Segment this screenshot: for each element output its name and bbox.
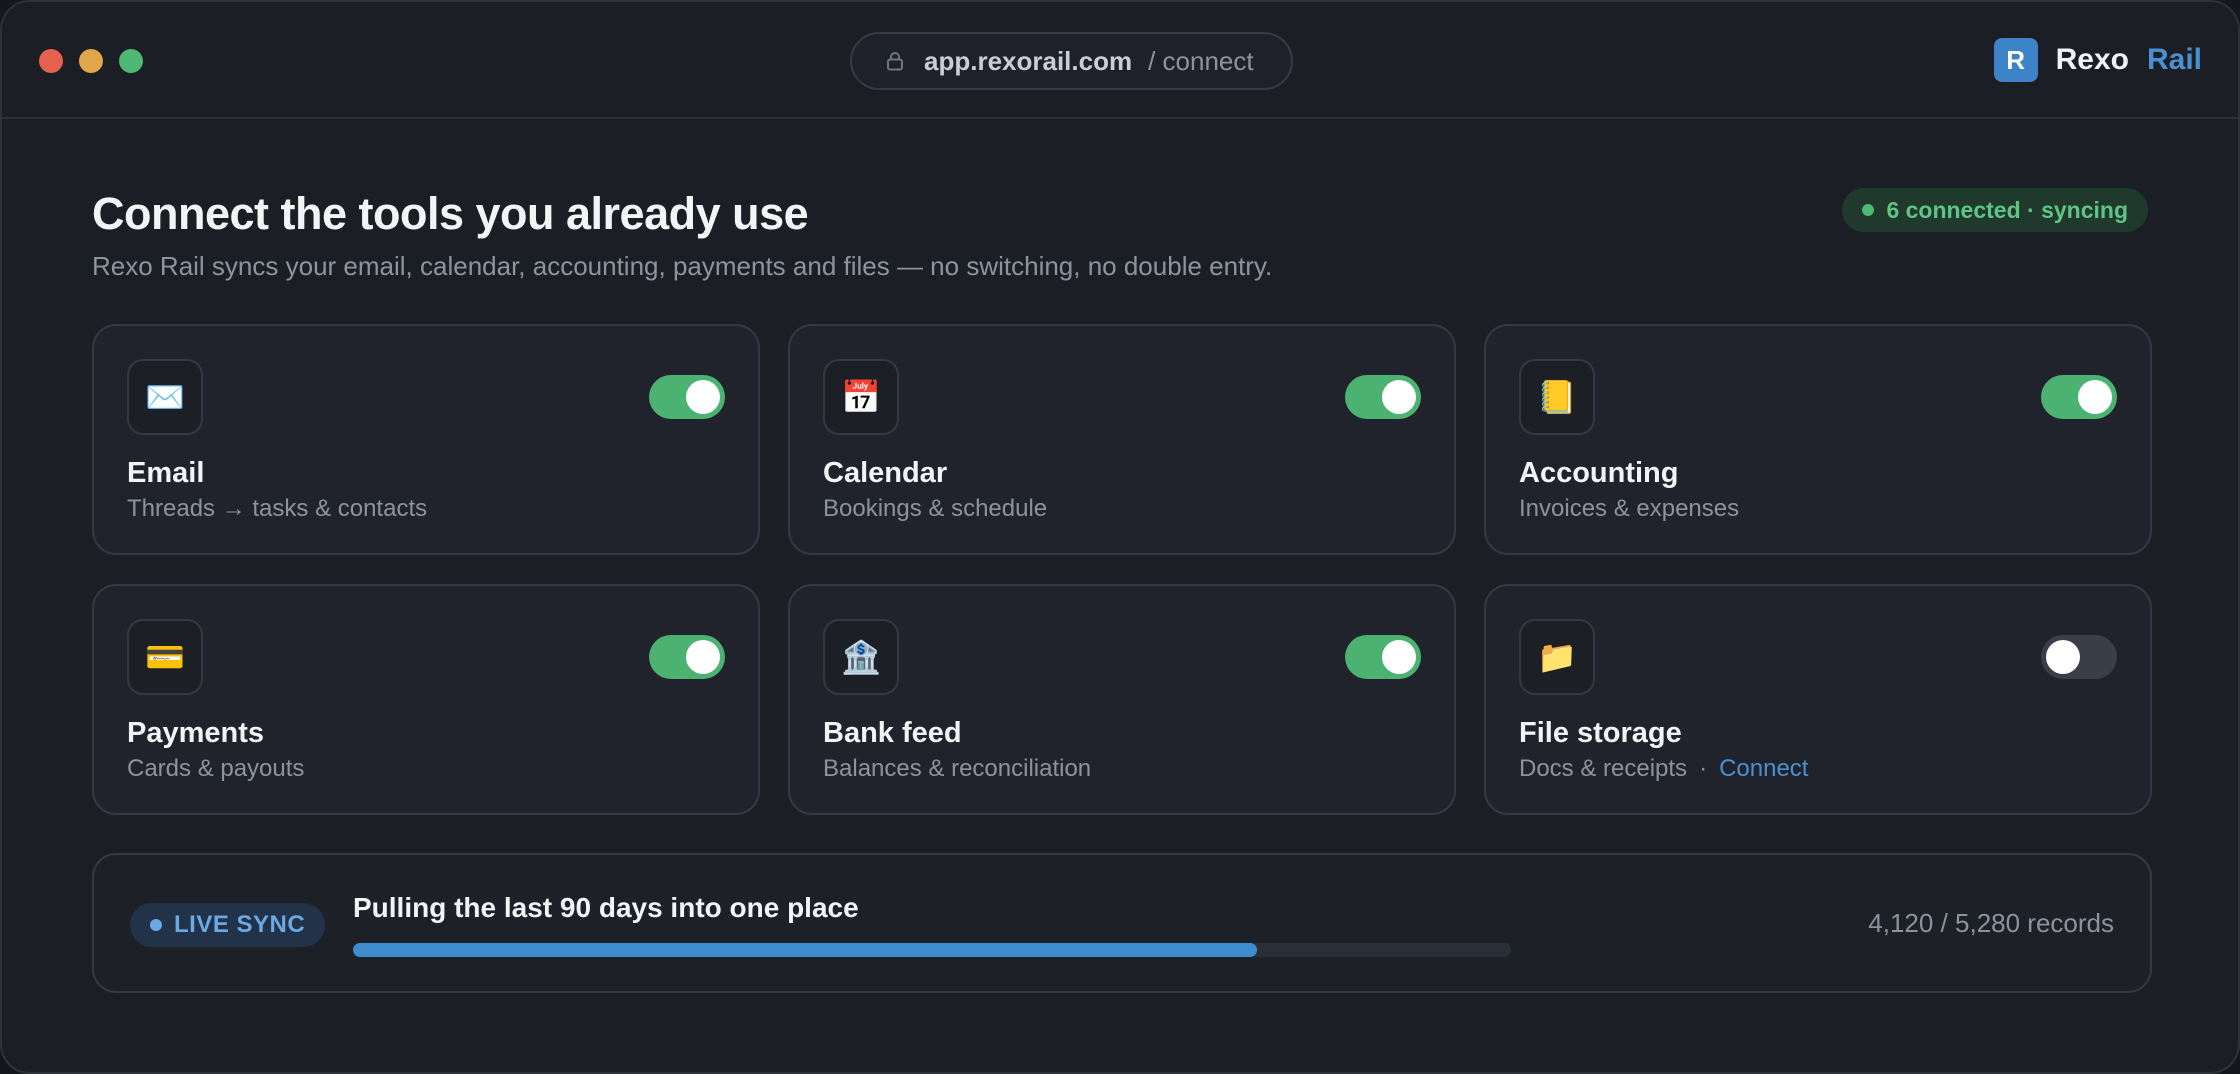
card-title: Accounting — [1519, 457, 1679, 489]
card-title: Email — [127, 457, 205, 489]
page-title: Connect the tools you already use — [92, 188, 809, 239]
card-title: Calendar — [823, 457, 948, 489]
status-dot-icon — [1862, 204, 1875, 216]
card-description: Balances & reconciliation — [823, 755, 1092, 782]
toggle-calendar[interactable] — [1345, 375, 1421, 419]
connect-link[interactable]: Connect — [1719, 755, 1808, 782]
sync-progress-bar — [353, 943, 1511, 957]
window-controls — [39, 49, 143, 73]
envelope-icon: ✉️ — [127, 359, 203, 435]
integration-card-file-storage: 📁 File storage Docs & receipts · Connect — [1484, 584, 2152, 815]
live-dot-icon — [150, 919, 162, 931]
toggle-file-storage[interactable] — [2041, 635, 2117, 679]
card-description-row: Docs & receipts · Connect — [1519, 755, 1808, 783]
sync-title: Pulling the last 90 days into one place — [353, 892, 859, 923]
card-description: Invoices & expenses — [1519, 495, 1740, 522]
lock-icon — [886, 51, 904, 71]
card-title: File storage — [1519, 717, 1682, 749]
integration-card-email: ✉️ Email Threads → tasks & contacts — [92, 324, 760, 555]
live-sync-badge: LIVE SYNC — [130, 903, 326, 947]
ledger-icon: 📒 — [1519, 359, 1595, 435]
integration-card-payments: 💳 Payments Cards & payouts — [92, 584, 760, 815]
integration-card-accounting: 📒 Accounting Invoices & expenses — [1484, 324, 2152, 555]
toggle-knob — [686, 640, 720, 674]
card-description: Docs & receipts — [1519, 755, 1688, 782]
brand-name-part1: Rexo — [2055, 43, 2129, 76]
card-description: Cards & payouts — [127, 755, 305, 782]
card-description: Threads → tasks & contacts — [127, 495, 428, 522]
toggle-bank-feed[interactable] — [1345, 635, 1421, 679]
card-title: Bank feed — [823, 717, 962, 749]
url-path: / connect — [1148, 45, 1254, 76]
toggle-accounting[interactable] — [2041, 375, 2117, 419]
folder-icon: 📁 — [1519, 619, 1595, 695]
brand-logo: R — [1993, 38, 2038, 82]
page-subtitle: Rexo Rail syncs your email, calendar, ac… — [92, 251, 1273, 281]
maximize-window-button[interactable] — [119, 49, 143, 73]
close-window-button[interactable] — [39, 49, 63, 73]
address-bar[interactable]: app.rexorail.com / connect — [850, 32, 1293, 90]
toggle-payments[interactable] — [649, 635, 725, 679]
integration-card-bank-feed: 🏦 Bank feed Balances & reconciliation — [788, 584, 1456, 815]
toggle-knob — [686, 380, 720, 414]
card-description: Bookings & schedule — [823, 495, 1048, 522]
brand: R Rexo Rail — [1993, 38, 2202, 82]
toggle-knob — [1382, 640, 1416, 674]
card-title: Payments — [127, 717, 265, 749]
url-host: app.rexorail.com — [924, 45, 1133, 76]
credit-card-icon: 💳 — [127, 619, 203, 695]
title-bar: app.rexorail.com / connect R Rexo Rail — [2, 2, 2238, 119]
connection-status-badge: 6 connected · syncing — [1842, 188, 2148, 232]
toggle-knob — [1382, 380, 1416, 414]
calendar-icon: 📅 — [823, 359, 899, 435]
app-window: app.rexorail.com / connect R Rexo Rail C… — [0, 0, 2240, 1074]
integration-card-calendar: 📅 Calendar Bookings & schedule — [788, 324, 1456, 555]
minimize-window-button[interactable] — [79, 49, 103, 73]
toggle-knob — [2078, 380, 2112, 414]
status-text: 6 connected · syncing — [1886, 196, 2128, 223]
live-sync-label: LIVE SYNC — [174, 911, 306, 938]
records-count: 4,120 / 5,280 records — [1868, 908, 2114, 938]
brand-name-part2: Rail — [2146, 43, 2202, 76]
toggle-knob — [2046, 640, 2080, 674]
sync-panel: LIVE SYNC Pulling the last 90 days into … — [92, 853, 2152, 993]
bank-icon: 🏦 — [823, 619, 899, 695]
separator: · — [1699, 755, 1708, 782]
toggle-email[interactable] — [649, 375, 725, 419]
sync-progress-fill — [353, 943, 1257, 957]
